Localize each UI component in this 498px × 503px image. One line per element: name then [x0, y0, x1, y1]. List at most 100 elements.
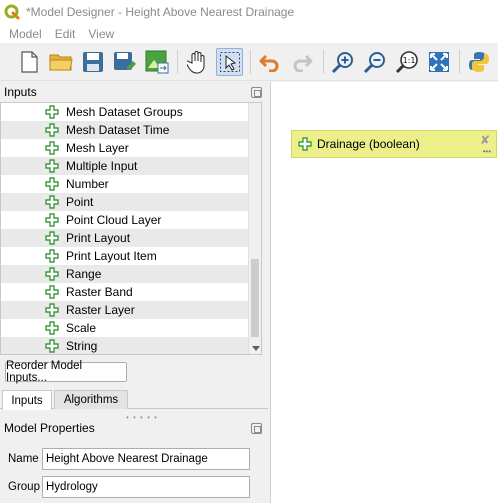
zoom-actual-icon: 1:1: [395, 50, 418, 73]
list-item[interactable]: Range: [1, 265, 261, 283]
list-item-label: Raster Layer: [66, 303, 135, 317]
list-item-label: Raster Band: [66, 285, 133, 299]
list-item[interactable]: Raster Band: [1, 283, 261, 301]
list-item[interactable]: Print Layout Item: [1, 247, 261, 265]
toolbar-separator: [459, 49, 461, 74]
open-model-icon: [49, 54, 73, 70]
list-item[interactable]: Scale: [1, 319, 261, 337]
float-panel-icon[interactable]: [251, 422, 262, 434]
list-item[interactable]: Mesh Layer: [1, 139, 261, 157]
zoom-out-button[interactable]: [362, 48, 389, 76]
model-properties-header: Model Properties: [4, 418, 262, 438]
export-python-button[interactable]: [466, 48, 493, 76]
qgis-logo-icon: [4, 4, 20, 20]
plus-icon: [45, 195, 59, 209]
node-remove-icon[interactable]: ✘: [480, 133, 490, 147]
tab-algorithms[interactable]: Algorithms: [54, 390, 128, 409]
plus-icon: [45, 285, 59, 299]
zoom-full-button[interactable]: [425, 48, 452, 76]
name-field[interactable]: Height Above Nearest Drainage: [42, 448, 250, 470]
group-field[interactable]: Hydrology: [42, 476, 250, 498]
name-row: Name Height Above Nearest Drainage: [0, 448, 262, 470]
list-item-label: Number: [66, 177, 109, 191]
title-bar: *Model Designer - Height Above Nearest D…: [0, 0, 498, 24]
inputs-list-scrollbar[interactable]: [248, 103, 261, 354]
open-model-button[interactable]: [48, 48, 75, 76]
name-label: Name: [8, 453, 39, 465]
new-model-button[interactable]: [16, 48, 43, 76]
toolbar-separator: [250, 49, 251, 74]
list-item-label: String: [66, 339, 98, 353]
zoom-in-icon: [332, 51, 354, 73]
export-image-button[interactable]: [143, 48, 170, 76]
save-model-icon: [83, 51, 104, 72]
export-image-icon: [145, 50, 169, 73]
reorder-model-inputs-button[interactable]: Reorder Model Inputs...: [5, 360, 127, 384]
list-item-label: Scale: [66, 321, 97, 335]
zoom-in-button[interactable]: [330, 48, 357, 76]
list-item-label: Mesh Dataset Groups: [66, 105, 183, 119]
list-item-label: Range: [66, 267, 102, 281]
inputs-panel-header: Inputs: [4, 82, 262, 102]
undo-icon: [259, 54, 279, 72]
select-button[interactable]: [216, 47, 244, 76]
list-item[interactable]: Point: [1, 193, 261, 211]
toolbar-separator: [322, 49, 324, 74]
save-as-icon: [114, 51, 136, 70]
plus-icon: [45, 303, 59, 317]
plus-icon: [298, 137, 312, 151]
plus-icon: [45, 249, 59, 263]
undo-button[interactable]: [257, 48, 284, 76]
scrollbar-thumb[interactable]: [251, 259, 259, 337]
scroll-down-icon[interactable]: [252, 346, 260, 351]
list-item[interactable]: Mesh Dataset Groups: [1, 103, 261, 121]
list-item-label: Point Cloud Layer: [66, 213, 162, 227]
pan-button[interactable]: [184, 48, 211, 76]
save-model-button[interactable]: [80, 48, 107, 76]
list-item[interactable]: Print Layout: [1, 229, 261, 247]
zoom-full-icon: [428, 51, 449, 72]
list-item[interactable]: Mesh Dataset Time: [1, 121, 261, 139]
list-item[interactable]: Point Cloud Layer: [1, 211, 261, 229]
node-label: Drainage (boolean): [317, 137, 420, 151]
menu-view[interactable]: View: [80, 27, 119, 41]
plus-icon: [45, 339, 59, 353]
left-dock: Inputs Mesh Dataset Groups Mesh Dataset T…: [0, 82, 268, 503]
menu-edit[interactable]: Edit: [47, 27, 81, 41]
window-title: *Model Designer - Height Above Nearest D…: [26, 5, 295, 19]
pan-icon: [186, 50, 205, 74]
float-panel-icon[interactable]: [251, 86, 262, 98]
tab-inputs[interactable]: Inputs: [2, 390, 52, 410]
model-canvas[interactable]: Drainage (boolean) ✘ •••: [270, 82, 498, 503]
redo-icon: [293, 54, 313, 72]
list-item-label: Print Layout Item: [66, 249, 157, 263]
group-label: Group: [8, 481, 40, 493]
menu-bar: Model Edit View: [0, 24, 498, 43]
list-item[interactable]: Multiple Input: [1, 157, 261, 175]
list-item[interactable]: Raster Layer: [1, 301, 261, 319]
inputs-panel-title: Inputs: [4, 85, 37, 99]
dock-tabs: Inputs Algorithms: [0, 390, 268, 410]
inputs-list[interactable]: Mesh Dataset Groups Mesh Dataset Time Mesh…: [0, 102, 262, 355]
list-item-label: Mesh Dataset Time: [66, 123, 170, 137]
menu-model[interactable]: Model: [0, 27, 47, 41]
parameter-node[interactable]: Drainage (boolean) ✘ •••: [291, 130, 497, 158]
redo-button[interactable]: [289, 48, 316, 76]
svg-text:1:1: 1:1: [402, 56, 415, 65]
node-more-icon[interactable]: •••: [483, 147, 491, 156]
group-row: Group Hydrology: [0, 476, 262, 498]
export-python-icon: [469, 51, 490, 72]
plus-icon: [45, 267, 59, 281]
select-icon: [219, 51, 240, 72]
list-item-label: Mesh Layer: [66, 141, 129, 155]
plus-icon: [45, 321, 59, 335]
plus-icon: [45, 159, 59, 173]
list-item[interactable]: String: [1, 337, 261, 354]
toolbar-separator: [177, 49, 179, 74]
toolbar: 1:1: [0, 43, 498, 81]
plus-icon: [45, 123, 59, 137]
list-item[interactable]: Number: [1, 175, 261, 193]
plus-icon: [45, 213, 59, 227]
save-as-button[interactable]: [112, 48, 139, 76]
zoom-actual-button[interactable]: 1:1: [393, 48, 420, 76]
